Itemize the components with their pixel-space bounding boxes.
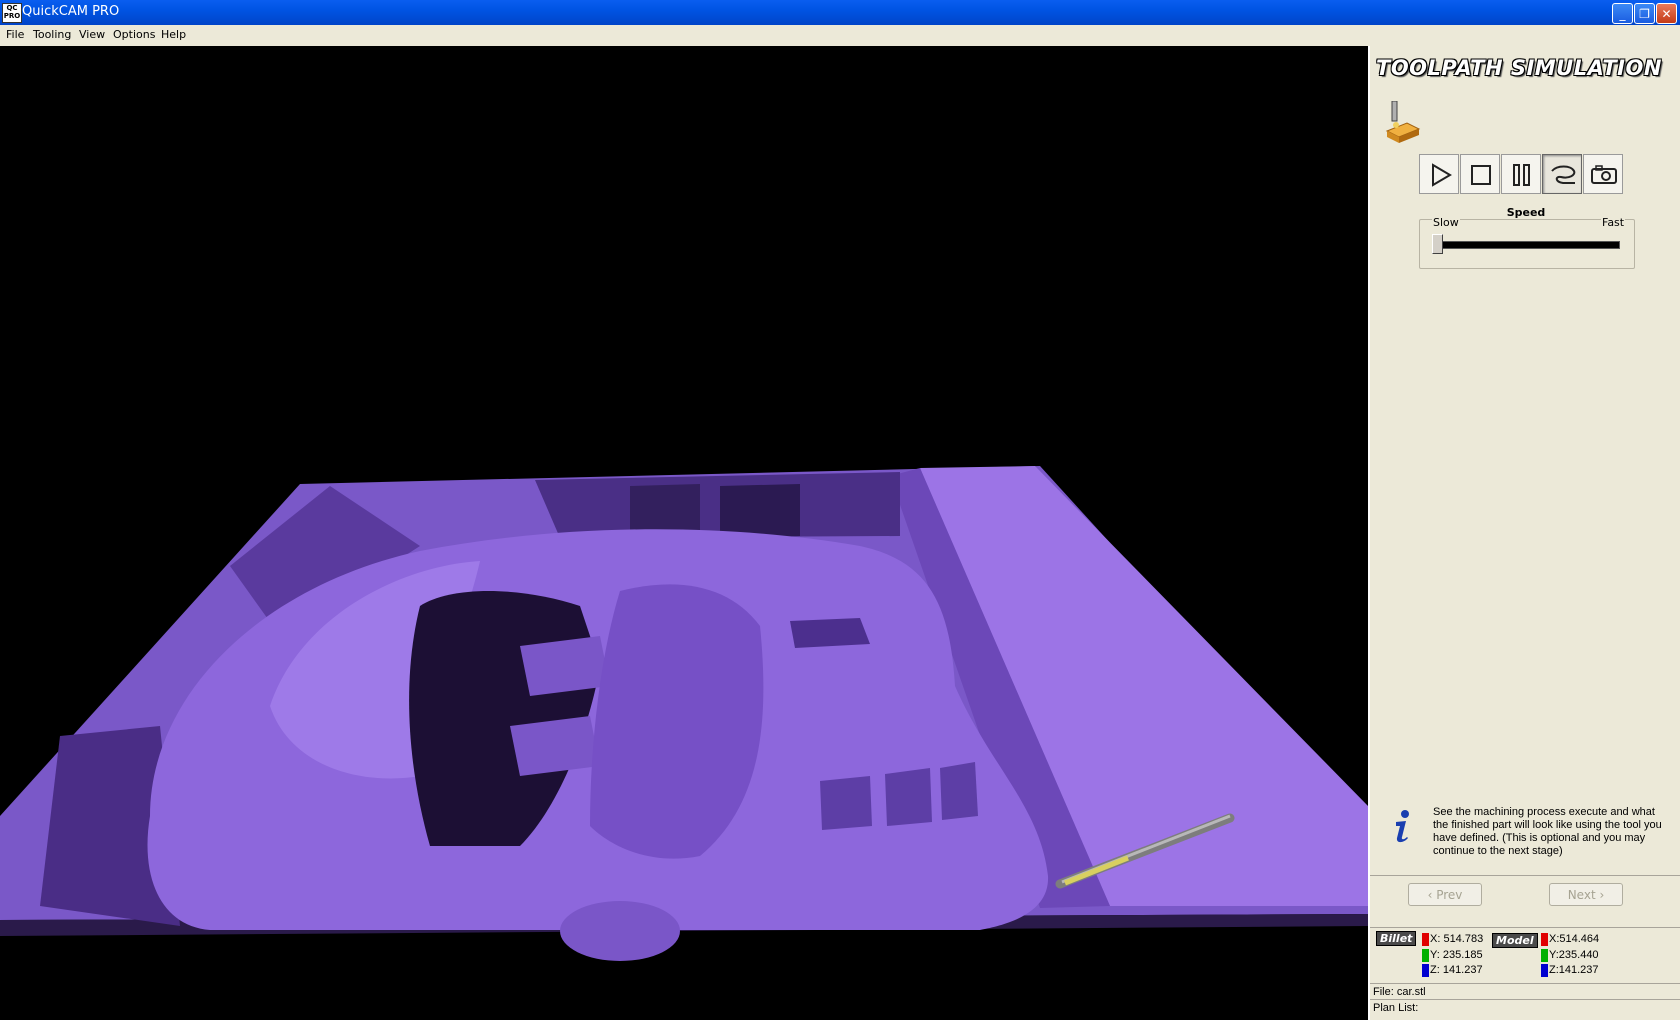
status-plan-list: Plan List: (1373, 1002, 1419, 1014)
panel-title: TOOLPATH SIMULATION (1376, 56, 1662, 80)
restore-button[interactable]: ❐ (1634, 3, 1655, 24)
play-icon (1432, 163, 1452, 187)
billet-x-value: X: 514.783 (1430, 933, 1484, 945)
model-label: Model (1492, 933, 1538, 948)
status-separator (1370, 983, 1680, 984)
info-description: See the machining process execute and wh… (1433, 806, 1662, 857)
billet-z-marker (1422, 964, 1429, 977)
minimize-button[interactable]: _ (1612, 3, 1633, 24)
speed-fast-label: Fast (1601, 216, 1626, 229)
simulation-viewport[interactable] (0, 46, 1368, 1020)
info-icon (1388, 809, 1416, 843)
status-file: File: car.stl (1373, 986, 1426, 998)
stop-button[interactable] (1460, 154, 1500, 194)
pause-icon (1513, 164, 1530, 186)
billet-y-marker (1422, 949, 1429, 962)
title-bar: QC PRO QuickCAM PRO _ ❐ ✕ (0, 0, 1680, 25)
menu-tooling[interactable]: Tooling (33, 28, 71, 41)
pause-button[interactable] (1501, 154, 1541, 194)
mill-tool-icon (1382, 100, 1422, 143)
billet-z-value: Z: 141.237 (1430, 964, 1483, 976)
toolpath-button[interactable] (1542, 154, 1582, 194)
speed-label: Speed (1506, 206, 1546, 219)
billet-label: Billet (1376, 931, 1417, 946)
next-button[interactable]: Next › (1549, 883, 1623, 906)
speed-slider-thumb[interactable] (1432, 234, 1443, 254)
app-icon[interactable]: QC PRO (2, 3, 22, 23)
model-y-marker (1541, 949, 1548, 962)
close-button[interactable]: ✕ (1656, 3, 1677, 24)
billet-x-marker (1422, 933, 1429, 946)
billet-y-value: Y: 235.185 (1430, 949, 1483, 961)
model-z-marker (1541, 964, 1548, 977)
nav-separator (1370, 875, 1680, 876)
toolpath-simulation-panel: TOOLPATH SIMULATION Speed Slow Fast See … (1368, 46, 1680, 1020)
menu-view[interactable]: View (79, 28, 105, 41)
play-button[interactable] (1419, 154, 1459, 194)
toolpath-icon (1551, 165, 1576, 184)
status-separator-2 (1370, 999, 1680, 1000)
model-x-marker (1541, 933, 1548, 946)
snapshot-button[interactable] (1583, 154, 1623, 194)
model-z-value: Z:141.237 (1549, 964, 1599, 976)
prev-button[interactable]: ‹ Prev (1408, 883, 1482, 906)
model-x-value: X:514.464 (1549, 933, 1600, 945)
window-title: QuickCAM PRO (22, 4, 120, 19)
coords-separator (1370, 927, 1680, 928)
menu-file[interactable]: File (6, 28, 24, 41)
model-y-value: Y:235.440 (1549, 949, 1599, 961)
menu-bar: File Tooling View Options Help (0, 25, 1680, 47)
menu-help[interactable]: Help (161, 28, 186, 41)
menu-options[interactable]: Options (113, 28, 155, 41)
speed-slow-label: Slow (1432, 216, 1460, 229)
stop-icon (1471, 165, 1491, 185)
camera-icon (1591, 165, 1617, 184)
speed-slider-track[interactable] (1432, 241, 1620, 249)
car-model-render (0, 466, 1368, 961)
